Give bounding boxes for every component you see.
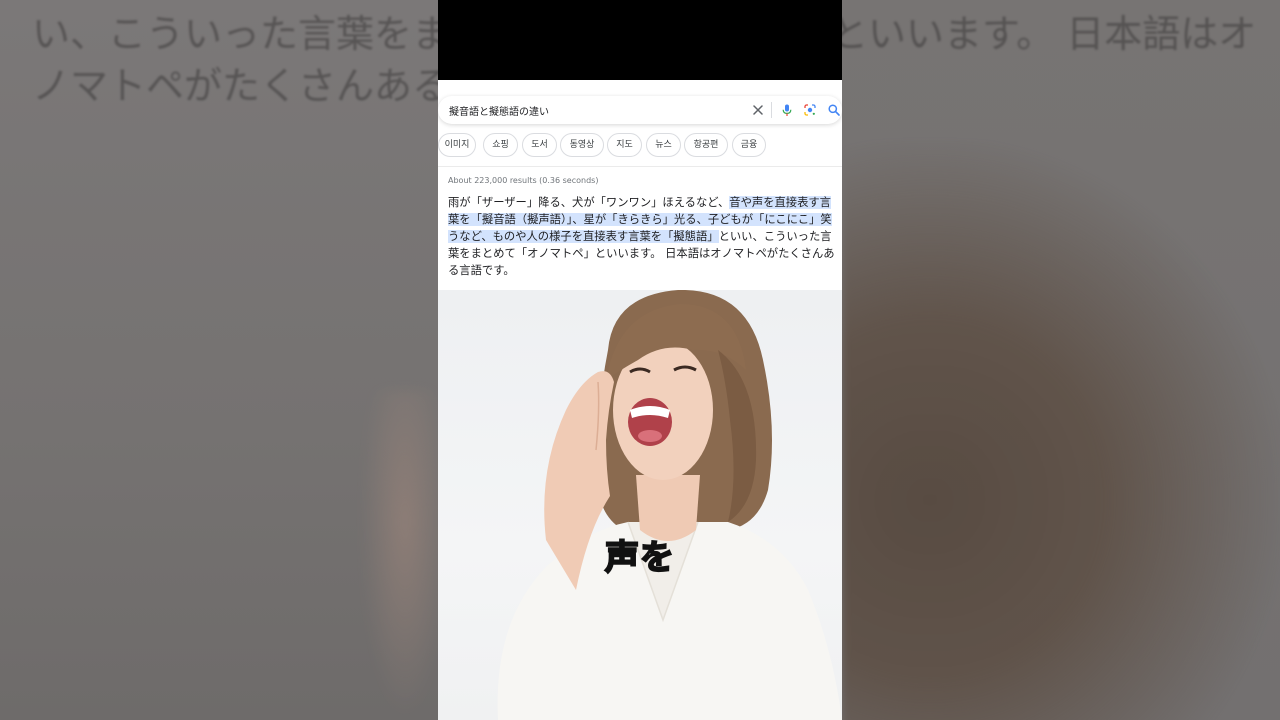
chip-images[interactable]: 이미지 xyxy=(438,133,476,157)
video-caption: 声を xyxy=(604,537,675,579)
blurred-hand-shape xyxy=(360,390,450,720)
video-frame: 擬音語と擬態語の違い 이미지 쇼핑 도서 동영상 지도 뉴스 항공편 금융 Ab… xyxy=(438,0,842,720)
search-icon[interactable] xyxy=(827,103,841,117)
chip-books[interactable]: 도서 xyxy=(522,133,557,157)
chips-divider xyxy=(438,166,842,167)
close-icon[interactable] xyxy=(751,103,765,117)
result-stats: About 223,000 results (0.36 seconds) xyxy=(448,176,599,185)
search-bar[interactable]: 擬音語と擬態語の違い xyxy=(438,96,842,124)
snippet-text-lead: 雨が「ザーザー」降る、犬が「ワンワン」ほえるなど、 xyxy=(448,196,730,209)
woman-illustration xyxy=(497,290,842,720)
chip-news[interactable]: 뉴스 xyxy=(646,133,681,157)
shouting-woman-photo xyxy=(438,290,842,720)
top-black-bar xyxy=(438,0,842,80)
chip-shopping[interactable]: 쇼핑 xyxy=(483,133,518,157)
video-stage: い、こういった言葉をまとめて「オノマトペ」といいます。 日本語はオノマトペがたく… xyxy=(0,0,1280,720)
lens-icon[interactable] xyxy=(803,103,817,117)
mic-icon[interactable] xyxy=(780,103,794,117)
chip-flights[interactable]: 항공편 xyxy=(684,133,728,157)
blurred-hair-shape xyxy=(842,140,1280,720)
search-input[interactable]: 擬音語と擬態語の違い xyxy=(449,103,549,118)
search-divider xyxy=(771,102,772,118)
filter-chips: 이미지 쇼핑 도서 동영상 지도 뉴스 항공편 금융 xyxy=(438,133,842,157)
featured-snippet: 雨が「ザーザー」降る、犬が「ワンワン」ほえるなど、音や声を直接表す言葉を「擬音語… xyxy=(448,194,840,279)
chip-maps[interactable]: 지도 xyxy=(607,133,642,157)
chip-finance[interactable]: 금융 xyxy=(732,133,766,157)
chip-videos[interactable]: 동영상 xyxy=(560,133,604,157)
